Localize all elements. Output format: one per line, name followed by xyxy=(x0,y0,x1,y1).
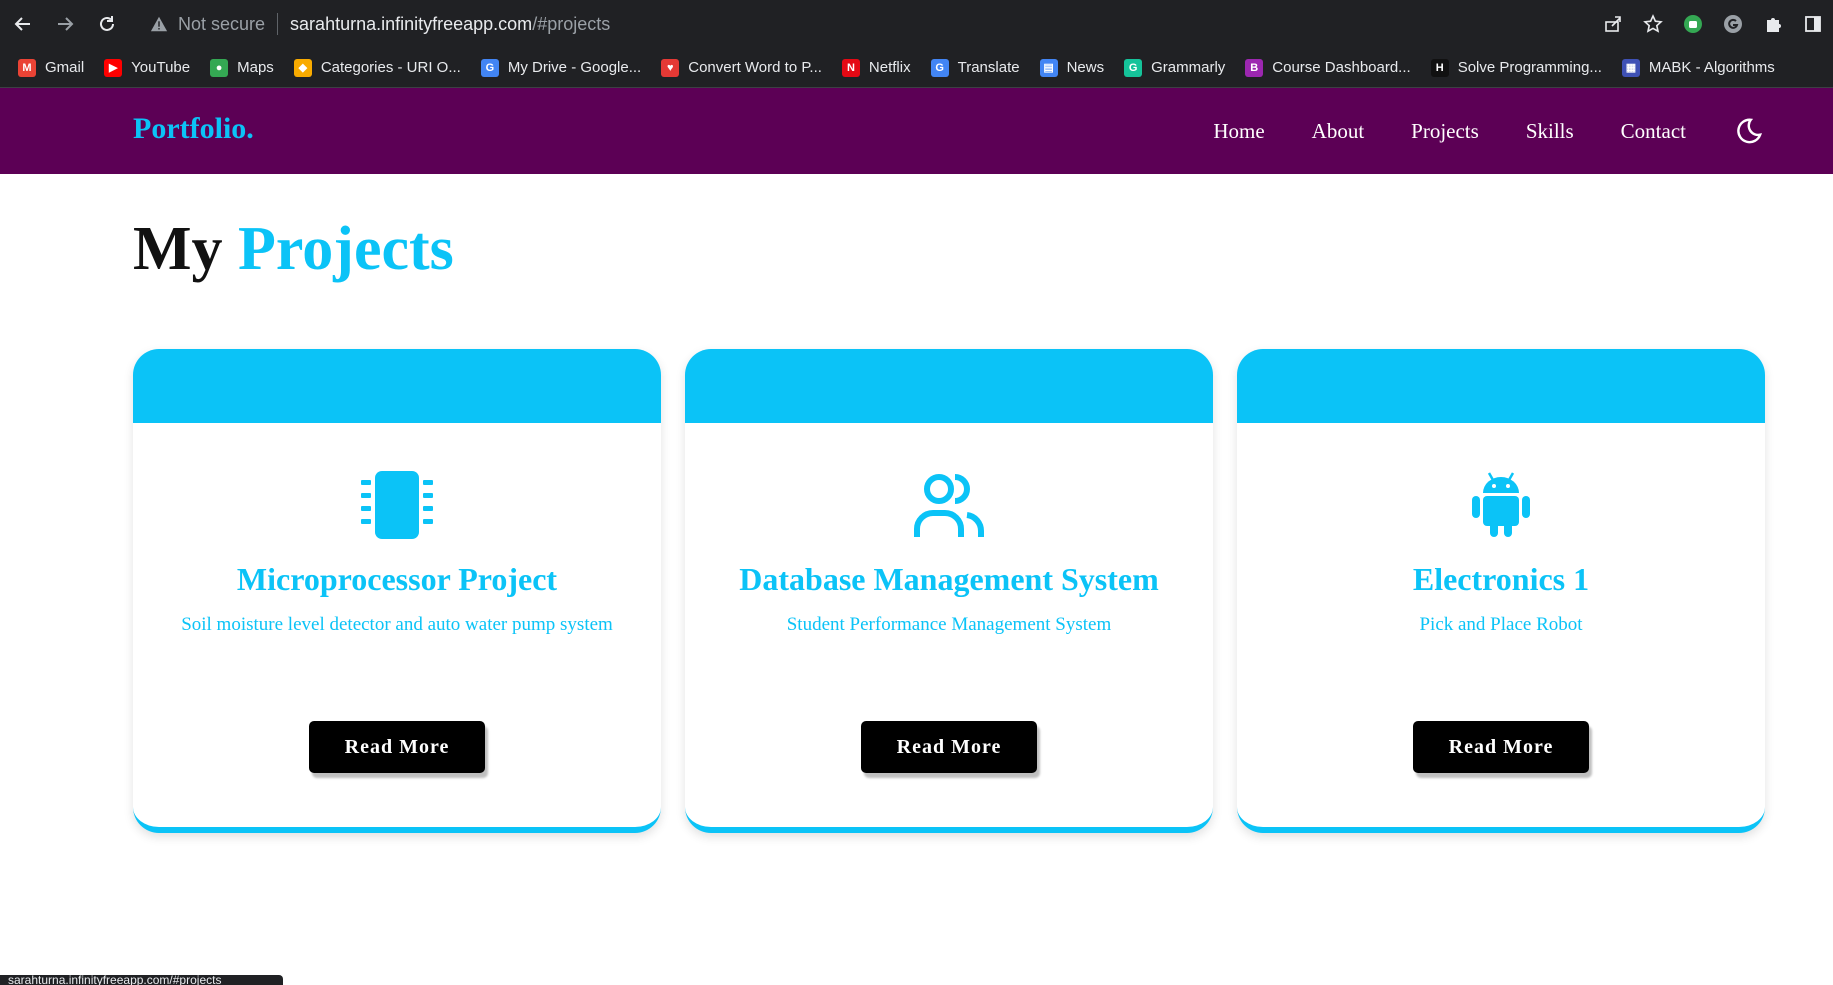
security-indicator[interactable]: Not secure xyxy=(150,14,265,35)
bookmark-label: Maps xyxy=(237,59,274,76)
bookmark-label: Course Dashboard... xyxy=(1272,59,1411,76)
share-icon xyxy=(1605,16,1621,32)
bookmark-item[interactable]: ● Maps xyxy=(210,58,274,77)
bookmark-item[interactable]: N Netflix xyxy=(841,58,911,77)
project-title: Microprocessor Project xyxy=(236,561,558,597)
bookmark-label: MABK - Algorithms xyxy=(1648,59,1775,76)
share-button[interactable] xyxy=(1593,4,1633,44)
arrow-left-icon xyxy=(14,17,30,31)
bookmark-label: Grammarly xyxy=(1151,59,1226,76)
address-bar[interactable]: Not secure sarahturna.infinityfreeapp.co… xyxy=(136,6,1756,42)
site-logo[interactable]: Portfolio. xyxy=(133,112,254,146)
nav-projects[interactable]: Projects xyxy=(1411,119,1479,144)
security-label: Not secure xyxy=(178,13,266,34)
extension-grammarly-button[interactable] xyxy=(1713,4,1753,44)
users-icon xyxy=(914,474,985,537)
section-title: My Projects xyxy=(133,214,454,285)
project-card: Microprocessor Project Soil moisture lev… xyxy=(133,349,661,833)
card-header-band xyxy=(685,349,1213,423)
blackboard-icon: B xyxy=(1245,58,1264,77)
heart-icon: ♥ xyxy=(661,58,680,77)
bookmark-label: YouTube xyxy=(131,59,191,76)
bookmarks-bar: M Gmail ▶ YouTube ● Maps ◆ Categories - URI O..… xyxy=(0,48,1833,88)
bookmark-item[interactable]: ◆ Categories - URI O... xyxy=(293,58,461,77)
bookmark-item[interactable]: G My Drive - Google... xyxy=(480,58,642,77)
nav-about[interactable]: About xyxy=(1312,119,1365,144)
uri-icon: ◆ xyxy=(293,58,312,77)
youtube-icon: ▶ xyxy=(104,58,123,77)
section-title-plain: My xyxy=(133,215,223,283)
star-icon xyxy=(1643,14,1663,33)
maps-icon: ● xyxy=(210,58,229,77)
extension-android-button[interactable] xyxy=(1673,4,1713,44)
address-divider xyxy=(277,13,279,35)
bookmark-item[interactable]: M Gmail xyxy=(18,58,85,77)
side-panel-icon xyxy=(1805,16,1821,32)
side-panel-button[interactable] xyxy=(1793,4,1833,44)
browser-actions xyxy=(1593,0,1833,48)
url-host: sarahturna.infinityfreeapp.com xyxy=(290,13,533,34)
reload-button[interactable] xyxy=(88,5,126,43)
arrow-right-icon xyxy=(58,17,74,31)
bookmark-item[interactable]: ▤ News xyxy=(1039,58,1105,77)
bookmark-label: Netflix xyxy=(868,59,911,76)
project-description: Student Performance Management System xyxy=(786,614,1112,635)
project-title: Electronics 1 xyxy=(1412,561,1590,597)
project-description: Soil moisture level detector and auto wa… xyxy=(181,614,613,635)
theme-toggle-button[interactable] xyxy=(1733,116,1763,146)
project-description: Pick and Place Robot xyxy=(1419,614,1583,635)
warning-icon xyxy=(150,16,168,32)
puzzle-icon xyxy=(1767,18,1781,32)
grammarly-extension-icon xyxy=(1724,15,1742,33)
bookmark-item[interactable]: G Grammarly xyxy=(1124,58,1226,77)
bookmark-item[interactable]: ♥ Convert Word to P... xyxy=(661,58,822,77)
moon-icon xyxy=(1737,118,1762,144)
read-more-button[interactable]: Read More xyxy=(861,721,1037,773)
bookmark-item[interactable]: H Solve Programming... xyxy=(1430,58,1602,77)
card-header-band xyxy=(133,349,661,423)
translate-icon: G xyxy=(930,58,949,77)
mabk-icon: ▦ xyxy=(1621,58,1640,77)
card-header-band xyxy=(1237,349,1765,423)
extensions-button[interactable] xyxy=(1753,4,1793,44)
news-icon: ▤ xyxy=(1039,58,1058,77)
bookmark-label: Convert Word to P... xyxy=(688,59,822,76)
bookmark-label: My Drive - Google... xyxy=(507,59,642,76)
nav-contact[interactable]: Contact xyxy=(1621,119,1686,144)
bookmark-star-button[interactable] xyxy=(1633,4,1673,44)
netflix-icon: N xyxy=(841,58,860,77)
bookmark-label: Categories - URI O... xyxy=(320,59,461,76)
bookmark-item[interactable]: ▦ MABK - Algorithms xyxy=(1621,58,1775,77)
bookmark-label: News xyxy=(1066,59,1105,76)
hackerrank-icon: H xyxy=(1430,58,1449,77)
browser-toolbar: Not secure sarahturna.infinityfreeapp.co… xyxy=(0,0,1833,48)
site-header: Portfolio. Home About Projects Skills Co… xyxy=(0,88,1833,174)
section-title-accent: Projects xyxy=(238,215,454,283)
read-more-button[interactable]: Read More xyxy=(1413,721,1589,773)
back-button[interactable] xyxy=(4,5,42,43)
project-title: Database Management System xyxy=(739,561,1159,597)
extension-robot-icon xyxy=(1684,15,1702,33)
gmail-icon: M xyxy=(18,58,36,77)
link-status-bar: sarahturna.infinityfreeapp.com/#projects xyxy=(0,975,283,985)
main-nav: Home About Projects Skills Contact xyxy=(1213,88,1833,174)
bookmark-item[interactable]: B Course Dashboard... xyxy=(1245,58,1411,77)
bookmark-item[interactable]: ▶ YouTube xyxy=(104,58,191,77)
project-card: Electronics 1 Pick and Place Robot Read … xyxy=(1237,349,1765,833)
project-card: Database Management System Student Perfo… xyxy=(685,349,1213,833)
bookmark-label: Gmail xyxy=(45,59,85,76)
reload-icon xyxy=(100,16,114,31)
url-path: /#projects xyxy=(532,13,611,34)
read-more-button[interactable]: Read More xyxy=(309,721,485,773)
google-icon: G xyxy=(480,58,499,77)
forward-button[interactable] xyxy=(46,5,84,43)
bookmark-label: Translate xyxy=(957,59,1020,76)
android-icon xyxy=(1472,472,1530,537)
nav-home[interactable]: Home xyxy=(1213,119,1264,144)
grammarly-icon: G xyxy=(1124,58,1143,77)
bookmark-item[interactable]: G Translate xyxy=(930,58,1020,77)
microchip-icon xyxy=(361,471,433,539)
nav-skills[interactable]: Skills xyxy=(1526,119,1574,144)
bookmark-label: Solve Programming... xyxy=(1457,59,1602,76)
